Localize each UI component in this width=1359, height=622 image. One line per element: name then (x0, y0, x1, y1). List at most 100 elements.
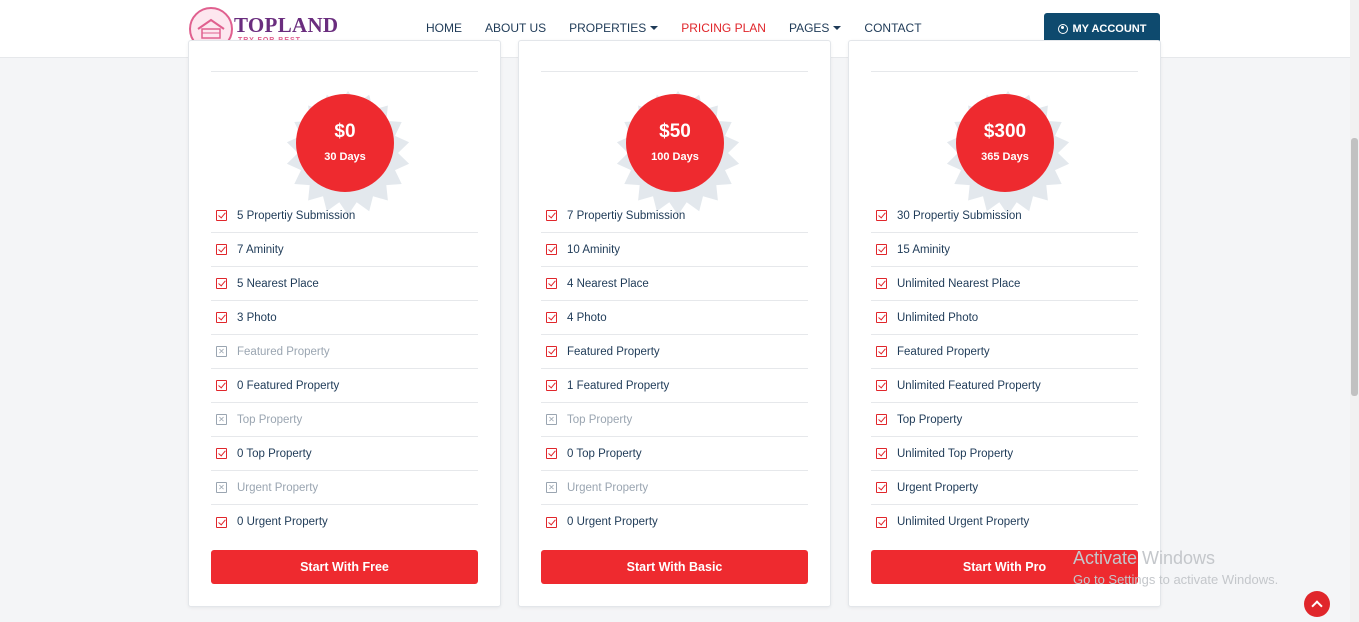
checkbox-checked-icon (876, 244, 887, 255)
feature-label: 7 Aminity (237, 243, 284, 256)
feature-item: 15 Aminity (871, 233, 1138, 267)
checkbox-checked-icon (876, 414, 887, 425)
nav-contact[interactable]: CONTACT (864, 21, 921, 35)
windows-activation-watermark: Activate Windows Go to Settings to activ… (1073, 548, 1278, 587)
nav-about-us[interactable]: ABOUT US (485, 21, 546, 35)
feature-item: ✕ Top Property (211, 403, 478, 437)
card-divider (541, 71, 808, 72)
feature-label: Unlimited Featured Property (897, 379, 1041, 392)
price-circle: $50 100 Days (626, 94, 724, 192)
checkbox-checked-icon (546, 346, 557, 357)
checkbox-checked-icon (546, 380, 557, 391)
feature-item: Unlimited Featured Property (871, 369, 1138, 403)
feature-item: ✕ Urgent Property (541, 471, 808, 505)
feature-item: 10 Aminity (541, 233, 808, 267)
feature-label: Unlimited Nearest Place (897, 277, 1021, 290)
nav-pages[interactable]: PAGES (789, 21, 842, 35)
feature-item: 7 Propertiy Submission (541, 199, 808, 233)
checkbox-x-icon: ✕ (216, 346, 227, 357)
feature-list: 7 Propertiy Submission 10 Aminity 4 Neares… (541, 199, 808, 539)
feature-label: 4 Nearest Place (567, 277, 649, 290)
feature-item: ✕ Urgent Property (211, 471, 478, 505)
nav-properties[interactable]: PROPERTIES (569, 21, 659, 35)
feature-item: 0 Urgent Property (541, 505, 808, 539)
feature-label: Urgent Property (897, 481, 979, 494)
feature-item: 5 Nearest Place (211, 267, 478, 301)
feature-label: Unlimited Photo (897, 311, 979, 324)
start-plan-button[interactable]: Start With Free (211, 550, 478, 584)
pricing-card: $0 30 Days 5 Propertiy Submission 7 Aminity… (188, 40, 501, 607)
plan-price: $300 (983, 121, 1027, 142)
page-scrollbar[interactable] (1350, 0, 1359, 622)
feature-item: ✕ Top Property (541, 403, 808, 437)
feature-item: Unlimited Top Property (871, 437, 1138, 471)
feature-list: 30 Propertiy Submission 15 Aminity Unlimit… (871, 199, 1138, 539)
feature-label: 0 Urgent Property (567, 516, 658, 528)
feature-item: Top Property (871, 403, 1138, 437)
start-plan-button[interactable]: Start With Basic (541, 550, 808, 584)
feature-item: Unlimited Photo (871, 301, 1138, 335)
nav-home[interactable]: HOME (426, 21, 462, 35)
checkbox-checked-icon (546, 312, 557, 323)
feature-label: 5 Nearest Place (237, 277, 319, 290)
checkbox-checked-icon (546, 516, 557, 528)
feature-label: 30 Propertiy Submission (897, 209, 1022, 222)
price-circle: $300 365 Days (956, 94, 1054, 192)
scrollbar-thumb[interactable] (1351, 138, 1358, 396)
feature-label: 0 Urgent Property (237, 516, 328, 528)
watermark-subtitle: Go to Settings to activate Windows. (1073, 572, 1279, 587)
feature-item: 0 Featured Property (211, 369, 478, 403)
back-to-top-button[interactable] (1304, 591, 1330, 617)
checkbox-checked-icon (876, 482, 887, 493)
my-account-label: MY ACCOUNT (1072, 22, 1147, 35)
plan-duration: 365 Days (981, 151, 1029, 163)
feature-item: Unlimited Urgent Property (871, 505, 1138, 539)
checkbox-checked-icon (876, 210, 887, 221)
checkbox-checked-icon (876, 448, 887, 459)
price-badge: $0 30 Days (273, 91, 423, 216)
plan-price: $50 (659, 121, 691, 142)
feature-label: 10 Aminity (567, 243, 621, 256)
checkbox-x-icon: ✕ (546, 482, 557, 493)
checkbox-checked-icon (216, 278, 227, 289)
feature-item: Featured Property (541, 335, 808, 369)
feature-label: 1 Featured Property (567, 379, 670, 392)
price-circle: $0 30 Days (296, 94, 394, 192)
price-badge: $300 365 Days (933, 91, 1083, 216)
checkbox-checked-icon (876, 346, 887, 357)
feature-label: 7 Propertiy Submission (567, 209, 686, 222)
feature-label: 4 Photo (567, 311, 607, 324)
checkbox-checked-icon (546, 278, 557, 289)
caret-down-icon (650, 26, 659, 30)
user-circle-icon (1057, 23, 1068, 34)
checkbox-checked-icon (876, 380, 887, 391)
plan-duration: 30 Days (324, 151, 366, 163)
checkbox-checked-icon (876, 516, 887, 528)
checkbox-x-icon: ✕ (216, 414, 227, 425)
feature-label: 0 Top Property (567, 447, 642, 460)
feature-item: Urgent Property (871, 471, 1138, 505)
nav-pricing-plan[interactable]: PRICING PLAN (681, 21, 766, 35)
main-nav: HOME ABOUT US PROPERTIES PRICING PLAN PA… (426, 21, 945, 35)
feature-label: 15 Aminity (897, 243, 951, 256)
feature-label: Top Property (567, 413, 633, 426)
feature-item: Unlimited Nearest Place (871, 267, 1138, 301)
feature-label: Unlimited Top Property (897, 447, 1014, 460)
card-divider (871, 71, 1138, 72)
feature-label: 5 Propertiy Submission (237, 209, 356, 222)
feature-label: 3 Photo (237, 311, 277, 324)
pricing-card: $300 365 Days 30 Propertiy Submission 15 Am… (848, 40, 1161, 607)
feature-label: Featured Property (567, 345, 660, 358)
feature-label: Featured Property (897, 345, 990, 358)
checkbox-checked-icon (546, 448, 557, 459)
feature-item: 4 Photo (541, 301, 808, 335)
feature-item: 4 Nearest Place (541, 267, 808, 301)
feature-item: ✕ Featured Property (211, 335, 478, 369)
feature-list: 5 Propertiy Submission 7 Aminity 5 Nearest… (211, 199, 478, 539)
checkbox-checked-icon (216, 448, 227, 459)
feature-label: Featured Property (237, 345, 330, 358)
checkbox-checked-icon (546, 210, 557, 221)
feature-label: Top Property (237, 413, 303, 426)
feature-label: 0 Top Property (237, 447, 312, 460)
feature-item: 1 Featured Property (541, 369, 808, 403)
